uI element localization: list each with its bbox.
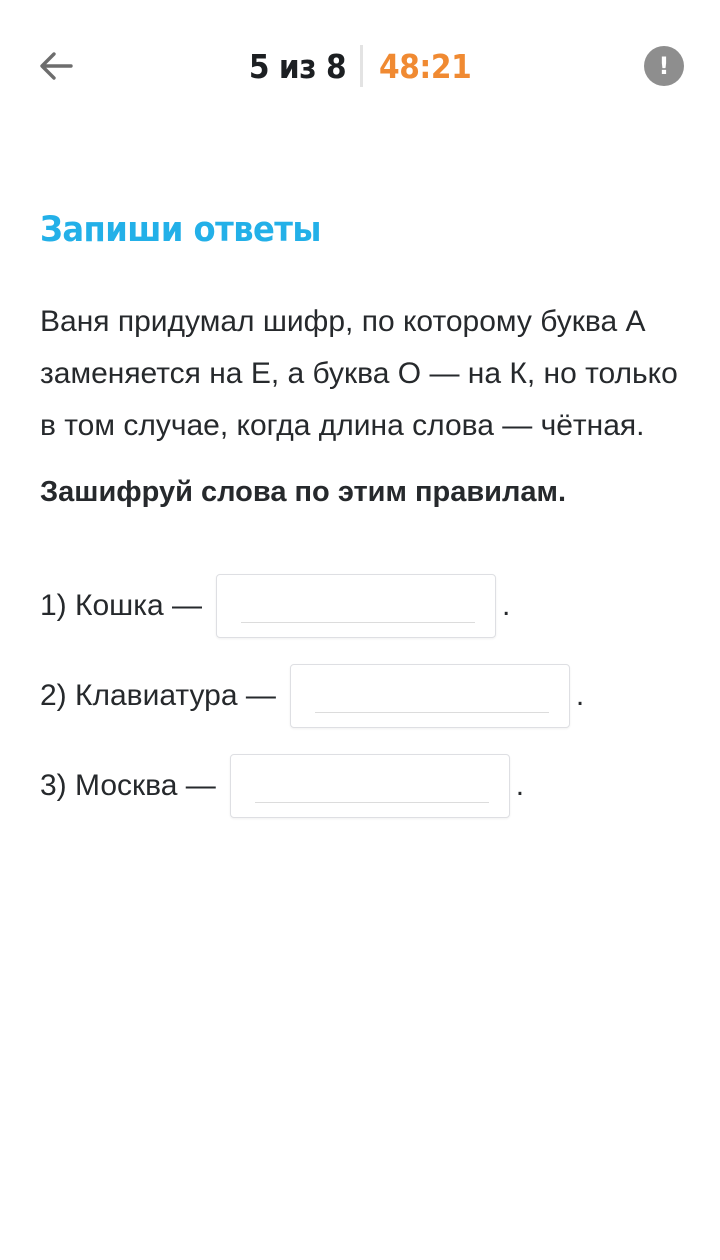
answer-field-2[interactable]: [289, 664, 570, 728]
answer-period-1: .: [502, 589, 511, 622]
answer-period-2: .: [575, 679, 585, 712]
answer-field-1[interactable]: [216, 574, 497, 638]
task-title: Запиши ответы: [40, 210, 322, 250]
answer-input-1[interactable]: [241, 583, 476, 621]
timer: 48:21: [379, 46, 472, 86]
task-instruction: Зашифруй слова по этим правилам.: [40, 476, 567, 508]
answer-row-1: 1) Кошка — .: [40, 573, 510, 639]
answer-label-2: 2) Клавиатура —: [40, 679, 276, 712]
exclamation-icon: !: [658, 52, 670, 80]
answer-label-1: 1) Кошка —: [40, 589, 203, 622]
answer-field-3[interactable]: [229, 754, 510, 818]
answer-underline-2: [314, 711, 549, 713]
header-divider: [360, 45, 364, 87]
answer-period-3: .: [515, 769, 525, 802]
top-bar: 5 из 8 48:21 !: [0, 0, 720, 134]
answer-input-3[interactable]: [254, 763, 489, 801]
answer-underline-1: [241, 621, 476, 623]
answer-row-3: 3) Москва — .: [40, 753, 524, 819]
answer-underline-3: [254, 801, 489, 803]
status-group: 5 из 8 48:21: [0, 40, 720, 92]
report-button[interactable]: !: [644, 46, 684, 86]
question-counter: 5 из 8: [248, 46, 347, 86]
task-content: Запиши ответы Ваня придумал шифр, по кот…: [40, 200, 690, 518]
answer-row-2: 2) Клавиатура — .: [40, 663, 584, 729]
answer-input-2[interactable]: [314, 673, 549, 711]
answer-label-3: 3) Москва —: [40, 769, 216, 802]
task-text: Ваня придумал шифр, по которому буква А …: [40, 305, 678, 442]
